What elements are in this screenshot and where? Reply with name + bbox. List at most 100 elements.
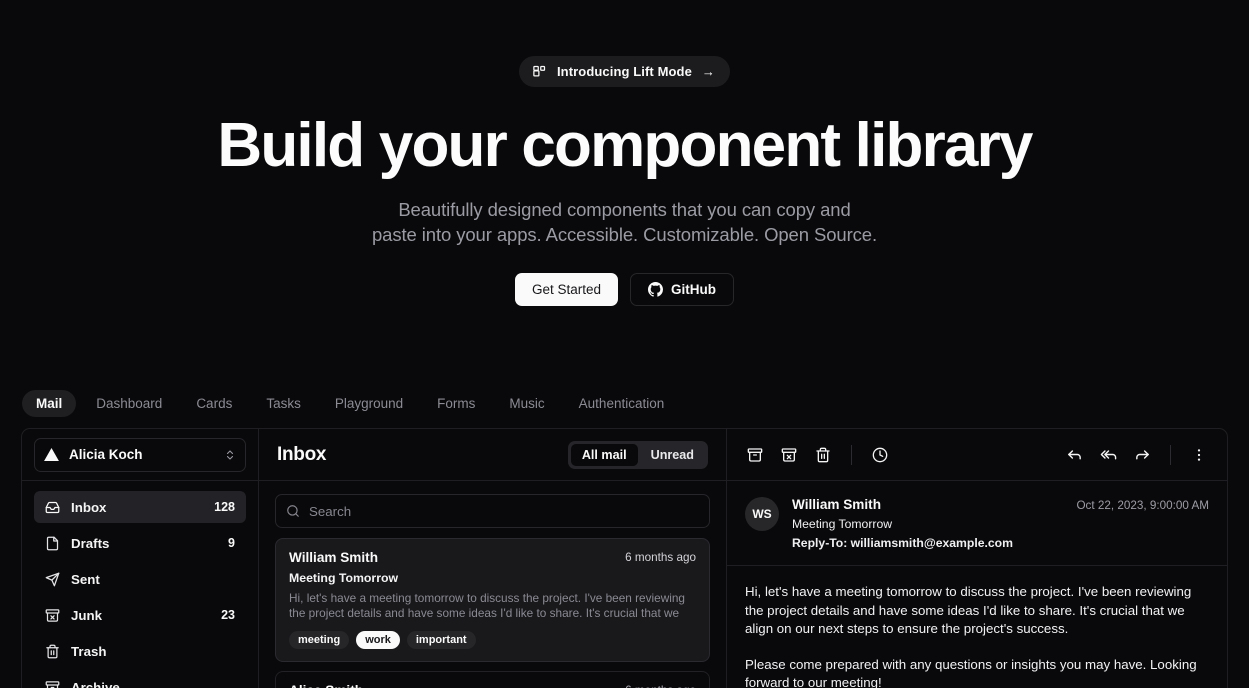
search-input[interactable] — [309, 503, 699, 519]
archive-icon — [747, 447, 763, 463]
move-to-trash-button[interactable] — [808, 440, 838, 470]
send-icon — [45, 572, 60, 587]
reading-pane: WS William Smith Meeting Tomorrow Reply-… — [727, 429, 1227, 688]
forward-icon — [1134, 446, 1151, 463]
mail-list-item[interactable]: Alice Smith 6 months ago Re: Project Upd… — [275, 671, 710, 688]
tab-cards[interactable]: Cards — [182, 390, 246, 417]
archive-icon — [45, 680, 60, 688]
mail-list-item[interactable]: William Smith 6 months ago Meeting Tomor… — [275, 538, 710, 663]
sidebar-item-trash-label: Trash — [71, 643, 107, 659]
reply-all-button[interactable] — [1093, 440, 1123, 470]
mail-list: William Smith 6 months ago Meeting Tomor… — [259, 538, 726, 688]
search-icon — [286, 504, 300, 518]
tag-work[interactable]: work — [356, 631, 400, 650]
archive-x-icon — [45, 608, 60, 623]
announcement-label: Introducing Lift Mode — [556, 64, 692, 79]
sidebar-item-junk[interactable]: Junk 23 — [34, 599, 246, 631]
sidebar-item-drafts-count: 9 — [228, 536, 235, 551]
sidebar-item-drafts-label: Drafts — [71, 535, 110, 551]
sidebar-item-drafts[interactable]: Drafts 9 — [34, 527, 246, 559]
sidebar-item-sent-label: Sent — [71, 571, 100, 587]
tag-important[interactable]: important — [406, 631, 476, 650]
sidebar-item-junk-label: Junk — [71, 607, 103, 623]
move-to-junk-button[interactable] — [774, 440, 804, 470]
sidebar-item-archive[interactable]: Archive — [34, 671, 246, 688]
tab-forms[interactable]: Forms — [423, 390, 489, 417]
mail-filter-tabs: All mail Unread — [567, 440, 708, 469]
email-meta: William Smith Meeting Tomorrow Reply-To:… — [792, 497, 1063, 550]
email-date: Oct 22, 2023, 9:00:00 AM — [1076, 499, 1209, 513]
vercel-triangle-icon — [44, 448, 59, 462]
mail-list-title: Inbox — [277, 443, 327, 465]
archive-x-icon — [781, 447, 797, 463]
snooze-button[interactable] — [865, 440, 895, 470]
account-switcher[interactable]: Alicia Koch — [34, 437, 246, 472]
mail-item-preview: Hi, let's have a meeting tomorrow to dis… — [289, 591, 685, 621]
tag-meeting[interactable]: meeting — [289, 631, 350, 650]
sidebar-item-trash[interactable]: Trash — [34, 635, 246, 667]
archive-button[interactable] — [740, 440, 770, 470]
tab-all-mail[interactable]: All mail — [570, 443, 638, 466]
sidebar-item-junk-count: 23 — [221, 608, 235, 623]
tab-unread[interactable]: Unread — [640, 444, 705, 466]
sidebar-item-archive-label: Archive — [71, 679, 120, 688]
sidebar-item-sent[interactable]: Sent — [34, 563, 246, 595]
email-body-paragraph: Hi, let's have a meeting tomorrow to dis… — [745, 584, 1192, 636]
mail-folders-nav: Inbox 128 Drafts 9 Sent Junk 23 Trash Ar… — [22, 481, 258, 688]
email-sender: William Smith — [792, 497, 882, 513]
sidebar-item-inbox-label: Inbox — [71, 499, 107, 515]
blocks-icon — [532, 64, 547, 79]
reply-button[interactable] — [1059, 440, 1089, 470]
hero-actions: Get Started GitHub — [0, 273, 1249, 307]
github-button-label: GitHub — [671, 282, 717, 298]
more-options-button[interactable] — [1184, 440, 1214, 470]
account-switcher-row: Alicia Koch — [22, 429, 258, 482]
email-header: WS William Smith Meeting Tomorrow Reply-… — [727, 481, 1227, 567]
mail-app: Alicia Koch Inbox 128 Drafts 9 Sent Junk… — [21, 428, 1228, 688]
avatar: WS — [745, 497, 779, 532]
get-started-button[interactable]: Get Started — [514, 273, 619, 307]
account-name: Alicia Koch — [69, 447, 143, 463]
sidebar-item-inbox[interactable]: Inbox 128 — [34, 491, 246, 524]
search-wrapper — [259, 481, 726, 538]
sidebar: Alicia Koch Inbox 128 Drafts 9 Sent Junk… — [22, 429, 259, 688]
more-vertical-icon — [1191, 447, 1207, 463]
tab-authentication[interactable]: Authentication — [565, 390, 679, 417]
mail-item-sender: Alice Smith — [289, 683, 625, 688]
tab-playground[interactable]: Playground — [321, 390, 417, 417]
reply-all-icon — [1100, 446, 1117, 463]
mail-item-tags: meeting work important — [289, 631, 696, 650]
forward-button[interactable] — [1127, 440, 1157, 470]
search-box[interactable] — [275, 494, 710, 529]
email-body: Hi, let's have a meeting tomorrow to dis… — [727, 566, 1227, 688]
sidebar-item-inbox-count: 128 — [214, 500, 235, 515]
file-icon — [45, 536, 60, 551]
announcement-wrapper: Introducing Lift Mode → — [0, 56, 1249, 87]
trash-icon — [815, 447, 831, 463]
tab-mail[interactable]: Mail — [22, 390, 77, 418]
email-reply-to: Reply-To: williamsmith@example.com — [792, 536, 1013, 551]
mail-list-column: Inbox All mail Unread William Sm — [259, 429, 727, 688]
mail-list-header: Inbox All mail Unread — [259, 429, 726, 482]
reply-icon — [1066, 446, 1083, 463]
reading-pane-toolbar — [727, 429, 1227, 482]
mail-item-date: 6 months ago — [625, 684, 696, 688]
clock-icon — [872, 447, 888, 463]
toolbar-divider-left — [851, 444, 852, 465]
email-body-paragraph: Please come prepared with any questions … — [745, 657, 1197, 688]
hero-section: Introducing Lift Mode → Build your compo… — [0, 0, 1249, 307]
example-tabs: Mail Dashboard Cards Tasks Playground Fo… — [0, 390, 1249, 418]
hero-subtitle: Beautifully designed components that you… — [0, 197, 1249, 247]
chevron-up-down-icon — [224, 449, 236, 461]
mail-item-date: 6 months ago — [625, 551, 696, 565]
mail-item-subject: Meeting Tomorrow — [289, 571, 399, 586]
tab-music[interactable]: Music — [495, 390, 558, 417]
announcement-badge[interactable]: Introducing Lift Mode → — [518, 56, 731, 87]
arrow-right-icon: → — [701, 64, 716, 79]
github-button[interactable]: GitHub — [630, 273, 735, 307]
tab-dashboard[interactable]: Dashboard — [82, 390, 176, 417]
toolbar-divider-right — [1170, 444, 1171, 465]
hero-subtitle-line-1: Beautifully designed components that you… — [398, 199, 851, 221]
github-icon — [648, 282, 664, 297]
tab-tasks[interactable]: Tasks — [252, 390, 315, 417]
